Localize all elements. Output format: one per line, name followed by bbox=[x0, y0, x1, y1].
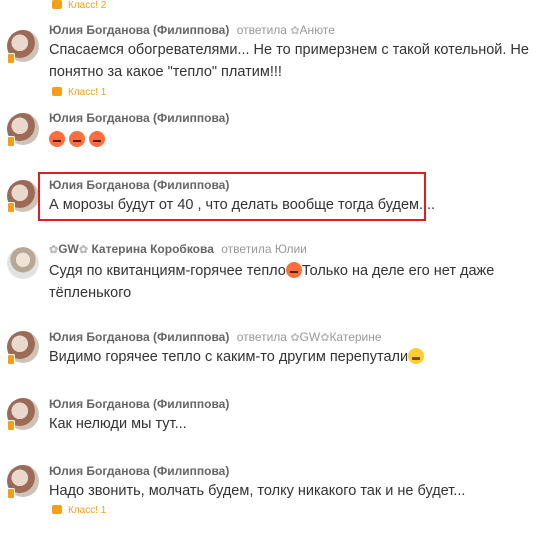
online-indicator-icon bbox=[7, 354, 15, 365]
online-indicator-icon bbox=[7, 202, 15, 213]
reply-to-prefix: GW bbox=[299, 330, 321, 344]
reply-to-name[interactable]: Катерине bbox=[329, 330, 381, 344]
angry-face-icon bbox=[49, 131, 65, 147]
reply-to-name[interactable]: Анюте bbox=[300, 23, 335, 37]
online-indicator-icon bbox=[7, 53, 15, 64]
angry-face-icon bbox=[285, 262, 302, 278]
replied-label: ответила bbox=[236, 330, 287, 344]
comment-text-line2: понятно за какое "тепло" платим!!! bbox=[49, 64, 282, 80]
author-name[interactable]: Катерина Коробкова bbox=[91, 242, 213, 256]
highlight-frame bbox=[38, 172, 426, 221]
like-count: Класс! 1 bbox=[68, 505, 107, 516]
author-name[interactable]: Юлия Богданова (Филиппова) bbox=[49, 330, 229, 344]
clover-icon: ✿ bbox=[290, 25, 300, 37]
comment-text: Судя по квитанциям-горячее тепло Только н… bbox=[49, 260, 494, 282]
comment-text: Видимо горячее тепло с каким-то другим п… bbox=[49, 346, 425, 368]
clover-icon: ✿ bbox=[49, 244, 59, 256]
like-button[interactable]: Класс! 1 bbox=[52, 505, 106, 516]
angry-face-icon bbox=[69, 131, 86, 147]
tired-face-icon bbox=[408, 348, 425, 364]
comment-author[interactable]: Юлия Богданова (Филиппова) bbox=[49, 111, 229, 125]
thumb-up-icon bbox=[52, 87, 62, 96]
comment-text: Спасаемся обогревателями... Не то пример… bbox=[49, 42, 529, 58]
comment-text-part1: Судя по квитанциям-горячее тепло bbox=[49, 263, 286, 279]
reply-info: ответила ✿GW✿Катерине bbox=[237, 330, 382, 344]
comment-text: Надо звонить, молчать будем, толку никак… bbox=[49, 483, 466, 499]
avatar[interactable] bbox=[7, 247, 39, 279]
online-indicator-icon bbox=[7, 420, 15, 431]
like-count: Класс! 1 bbox=[68, 87, 107, 98]
comment-text: Как нелюди мы тут... bbox=[49, 416, 187, 432]
replied-label: ответила bbox=[236, 23, 287, 37]
comment-author[interactable]: ✿GW✿ Катерина Коробкова ответила Юлии bbox=[49, 242, 307, 256]
author-name[interactable]: Юлия Богданова (Филиппова) bbox=[49, 23, 229, 37]
thumb-up-icon bbox=[52, 0, 62, 9]
comment-text-part2: Только на деле его нет даже bbox=[301, 263, 495, 279]
comment-author[interactable]: Юлия Богданова (Филиппова) bbox=[49, 464, 229, 478]
clover-icon: ✿ bbox=[78, 244, 89, 256]
online-indicator-icon bbox=[7, 488, 15, 499]
thumb-up-icon bbox=[52, 505, 62, 514]
comment-author[interactable]: Юлия Богданова (Филиппова) bbox=[49, 397, 229, 411]
like-button[interactable]: Класс! 1 bbox=[52, 87, 106, 98]
comment-emojis bbox=[49, 129, 106, 151]
like-button[interactable]: Класс! 2 bbox=[52, 0, 106, 11]
author-prefix: GW bbox=[58, 242, 79, 256]
comment-author[interactable]: Юлия Богданова (Филиппова) ответила ✿Аню… bbox=[49, 23, 335, 37]
angry-face-icon bbox=[89, 131, 106, 147]
comment-text-line2: тёпленького bbox=[49, 285, 132, 301]
comment-author[interactable]: Юлия Богданова (Филиппова) ответила ✿GW✿… bbox=[49, 330, 382, 344]
comment-text-part1: Видимо горячее тепло с каким-то другим п… bbox=[49, 349, 409, 365]
like-count: Класс! 2 bbox=[68, 0, 107, 11]
online-indicator-icon bbox=[7, 136, 15, 147]
reply-info: ответила Юлии bbox=[221, 242, 307, 256]
reply-info: ответила ✿Анюте bbox=[237, 23, 335, 37]
clover-icon: ✿ bbox=[290, 332, 300, 344]
